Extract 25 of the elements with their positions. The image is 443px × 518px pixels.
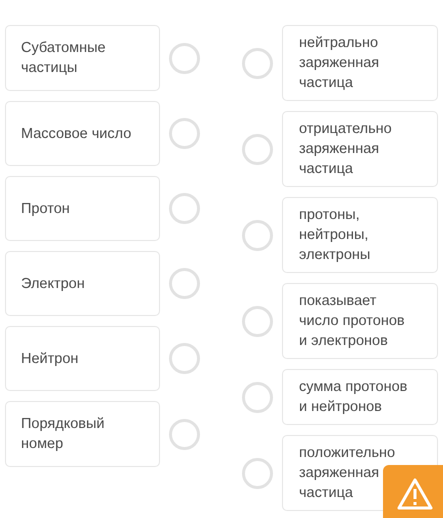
definition-card[interactable]: нейтрально заряженная частица [282, 25, 438, 101]
match-point[interactable] [242, 220, 273, 250]
match-point[interactable] [169, 268, 200, 299]
warning-icon [397, 477, 433, 511]
term-card[interactable]: Протон [5, 176, 160, 241]
term-card[interactable]: Субатомные частицы [5, 25, 160, 91]
match-point[interactable] [242, 458, 273, 488]
definition-card[interactable]: протоны, нейтроны, электроны [282, 197, 438, 273]
match-point[interactable] [242, 48, 273, 78]
definition-card[interactable]: показывает число протонов и электронов [282, 283, 438, 359]
match-point[interactable] [169, 343, 200, 374]
term-card[interactable]: Порядковый номер [5, 401, 160, 467]
match-point[interactable] [242, 306, 273, 336]
term-card[interactable]: Нейтрон [5, 326, 160, 391]
match-point[interactable] [169, 118, 200, 149]
term-card[interactable]: Массовое число [5, 101, 160, 166]
match-point[interactable] [169, 42, 200, 74]
match-point[interactable] [169, 418, 200, 450]
match-point[interactable] [242, 382, 273, 412]
definition-card[interactable]: отрицательно заряженная частица [282, 111, 438, 187]
term-card[interactable]: Электрон [5, 251, 160, 316]
match-point[interactable] [169, 193, 200, 224]
definition-card[interactable]: сумма протонов и нейтронов [282, 369, 438, 425]
match-point[interactable] [242, 134, 273, 164]
warning-toast[interactable] [383, 465, 443, 518]
